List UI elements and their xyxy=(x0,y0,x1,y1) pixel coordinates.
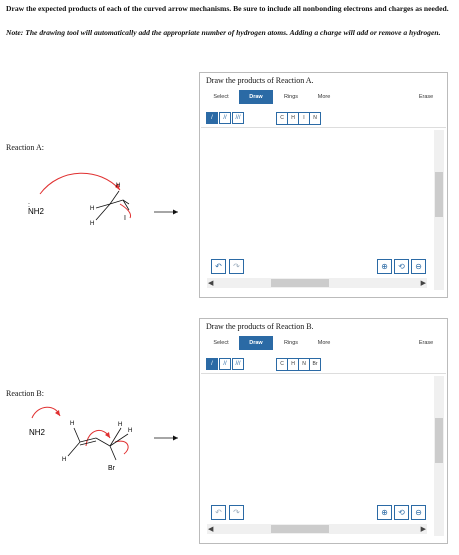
toolbar-tabs: Select Draw Rings More Erase xyxy=(206,336,441,350)
vertical-scroll-thumb[interactable] xyxy=(435,418,443,463)
nucleophile-label: NH2 xyxy=(28,207,45,216)
triple-bond-button[interactable]: /// xyxy=(232,112,244,124)
select-tab[interactable]: Select xyxy=(206,90,236,104)
more-tab[interactable]: More xyxy=(309,336,339,350)
undo-icon[interactable]: ↶ xyxy=(211,505,226,520)
panel-title: Draw the products of Reaction A. xyxy=(206,76,314,85)
h-label: H xyxy=(128,428,132,434)
single-bond-button[interactable]: / xyxy=(206,112,218,124)
single-bond-button[interactable]: / xyxy=(206,358,218,370)
scroll-left-icon[interactable]: ◀ xyxy=(208,278,213,288)
h-label: H xyxy=(90,221,94,227)
instructions-note: Note: The drawing tool will automaticall… xyxy=(6,28,441,37)
rings-tab[interactable]: Rings xyxy=(276,90,306,104)
draw-tab[interactable]: Draw xyxy=(239,90,273,104)
atom-button[interactable]: H xyxy=(288,359,299,370)
bond xyxy=(109,445,117,461)
scroll-right-icon[interactable]: ▶ xyxy=(421,278,426,288)
h-label: H xyxy=(118,422,122,428)
lone-pair: : xyxy=(28,202,30,209)
horizontal-scrollbar[interactable]: ◀ ▶ xyxy=(207,524,427,534)
atom-button[interactable]: C xyxy=(277,359,288,370)
bond-buttons: ////// xyxy=(206,112,245,124)
atom-buttons: CHIN xyxy=(276,112,321,125)
panel-title: Draw the products of Reaction B. xyxy=(206,322,314,331)
vertical-scrollbar[interactable] xyxy=(434,376,444,536)
rings-tab[interactable]: Rings xyxy=(276,336,306,350)
leaving-group-label: Br xyxy=(108,465,116,472)
drawing-panel-b: Draw the products of Reaction B. Select … xyxy=(199,318,448,544)
zoom-out-icon[interactable]: ⊖ xyxy=(411,505,426,520)
bond-buttons: ////// xyxy=(206,358,245,370)
draw-tab[interactable]: Draw xyxy=(239,336,273,350)
horizontal-scroll-thumb[interactable] xyxy=(271,525,329,533)
triple-bond-button[interactable]: /// xyxy=(232,358,244,370)
vertical-scrollbar[interactable] xyxy=(434,130,444,290)
atom-button[interactable]: I xyxy=(299,113,310,124)
instructions-text: Draw the expected products of each of th… xyxy=(6,4,449,13)
h-label: H xyxy=(62,457,66,463)
zoom-reset-icon[interactable]: ⟲ xyxy=(394,259,409,274)
reaction-b-label: Reaction B: xyxy=(6,389,44,398)
atom-button[interactable]: C xyxy=(277,113,288,124)
double-bond-button[interactable]: // xyxy=(219,358,231,370)
select-tab[interactable]: Select xyxy=(206,336,236,350)
curved-arrow-a1 xyxy=(39,172,121,195)
atom-button[interactable]: N xyxy=(299,359,310,370)
bond xyxy=(73,427,81,443)
reaction-b-molecule: NH2 H H H H Br xyxy=(29,406,178,472)
erase-tab[interactable]: Erase xyxy=(411,90,441,104)
curved-arrow-b3 xyxy=(114,440,129,455)
leaving-group-label: I xyxy=(124,215,126,222)
h-label: H xyxy=(116,183,120,189)
h-label: H xyxy=(90,206,94,212)
bond xyxy=(67,441,81,457)
horizontal-scroll-thumb[interactable] xyxy=(271,279,329,287)
reaction-arrow-head xyxy=(173,209,178,215)
redo-icon[interactable]: ↷ xyxy=(229,259,244,274)
scroll-left-icon[interactable]: ◀ xyxy=(208,524,213,534)
h-label: H xyxy=(70,421,74,427)
atom-button[interactable]: N xyxy=(310,113,320,124)
reaction-a-label: Reaction A: xyxy=(6,143,44,152)
double-bond-button[interactable]: // xyxy=(219,112,231,124)
bond xyxy=(109,433,129,447)
zoom-in-icon[interactable]: ⊕ xyxy=(377,259,392,274)
reaction-a-molecule: NH2 : H H H I xyxy=(28,172,178,227)
scroll-right-icon[interactable]: ▶ xyxy=(421,524,426,534)
vertical-scroll-thumb[interactable] xyxy=(435,172,443,217)
erase-tab[interactable]: Erase xyxy=(411,336,441,350)
bond xyxy=(95,437,111,447)
bond xyxy=(109,427,122,447)
drawing-panel-a: Draw the products of Reaction A. Select … xyxy=(199,72,448,298)
atom-button[interactable]: H xyxy=(288,113,299,124)
drawing-canvas[interactable]: ↶ ↷ ⊕ ⟲ ⊖ ◀ ▶ xyxy=(201,373,446,542)
more-tab[interactable]: More xyxy=(309,90,339,104)
zoom-in-icon[interactable]: ⊕ xyxy=(377,505,392,520)
zoom-out-icon[interactable]: ⊖ xyxy=(411,259,426,274)
drawing-canvas[interactable]: ↶ ↷ ⊕ ⟲ ⊖ ◀ ▶ xyxy=(201,127,446,296)
zoom-reset-icon[interactable]: ⟲ xyxy=(394,505,409,520)
atom-buttons: C H N Br xyxy=(276,358,321,371)
undo-icon[interactable]: ↶ xyxy=(211,259,226,274)
toolbar-tabs: Select Draw Rings More Erase xyxy=(206,90,441,104)
atom-button[interactable]: Br xyxy=(310,359,320,370)
reaction-arrow-head xyxy=(173,435,178,441)
nucleophile-label: NH2 xyxy=(29,428,46,437)
redo-icon[interactable]: ↷ xyxy=(229,505,244,520)
horizontal-scrollbar[interactable]: ◀ ▶ xyxy=(207,278,427,288)
